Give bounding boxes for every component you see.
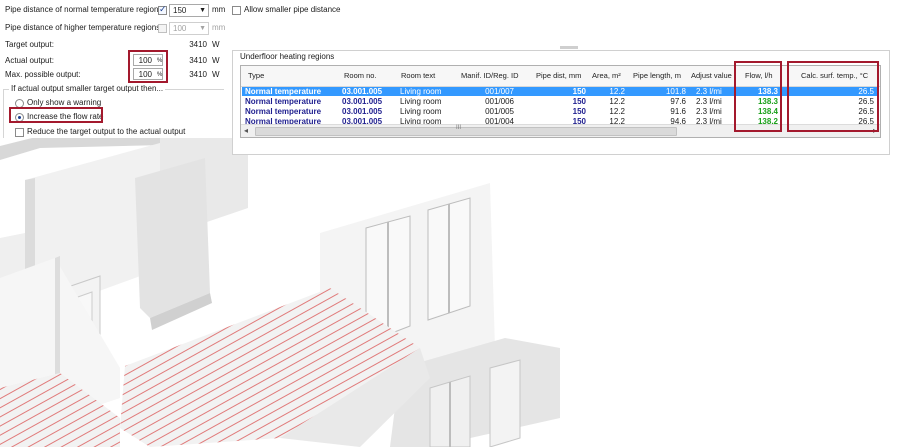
pipe-distance-normal-value: 150 xyxy=(173,6,187,15)
chevron-down-icon[interactable]: ▼ xyxy=(199,23,206,34)
pipe-distance-normal-checkbox[interactable] xyxy=(158,4,167,15)
increase-flow-highlight-box xyxy=(9,107,103,123)
target-output-unit: W xyxy=(212,40,220,49)
col-pipe-length[interactable]: Pipe length, m xyxy=(633,71,681,80)
pipe-distance-normal-select[interactable]: 150 ▼ xyxy=(169,4,209,17)
actual-output-label: Actual output: xyxy=(5,56,54,65)
chevron-down-icon[interactable]: ▼ xyxy=(199,5,206,16)
col-room-text[interactable]: Room text xyxy=(401,71,435,80)
table-header: Type Room no. Room text Manif. ID/Reg. I… xyxy=(241,66,880,87)
underfloor-table: Type Room no. Room text Manif. ID/Reg. I… xyxy=(240,65,881,138)
reduce-target-checkbox[interactable] xyxy=(15,128,24,137)
flow-column-highlight xyxy=(734,61,782,132)
table-row[interactable]: Normal temperature 03.001.005 Living roo… xyxy=(242,87,878,96)
col-pipe-dist[interactable]: Pipe dist, mm xyxy=(536,71,581,80)
pipe-distance-normal-label: Pipe distance of normal temperature regi… xyxy=(5,5,163,14)
col-manif[interactable]: Manif. ID/Reg. ID xyxy=(461,71,519,80)
output-options-group-label: If actual output smaller target output t… xyxy=(9,83,166,95)
max-output-label: Max. possible output: xyxy=(5,70,81,79)
pipe-distance-higher-checkbox[interactable] xyxy=(158,24,167,33)
allow-smaller-label: Allow smaller pipe distance xyxy=(244,5,341,14)
scrollbar-thumb[interactable]: III xyxy=(255,125,677,136)
underfloor-table-title: Underfloor heating regions xyxy=(238,51,337,63)
scrollbar-grip: III xyxy=(456,125,462,131)
splitter-handle[interactable] xyxy=(560,46,578,49)
max-output-value: 3410 xyxy=(170,69,209,81)
target-output-label: Target output: xyxy=(5,40,54,49)
pipe-distance-higher-label: Pipe distance of higher temperature regi… xyxy=(5,23,161,32)
col-adjust[interactable]: Adjust value xyxy=(691,71,732,80)
allow-smaller-checkbox[interactable] xyxy=(232,6,241,15)
target-output-value: 3410 xyxy=(170,39,209,51)
col-area[interactable]: Area, m² xyxy=(592,71,621,80)
pipe-distance-normal-unit: mm xyxy=(212,5,226,14)
pipe-distance-higher-unit: mm xyxy=(212,23,226,32)
room-3d-illustration xyxy=(0,138,900,447)
room-column xyxy=(135,158,210,318)
table-row[interactable]: Normal temperature 03.001.005 Living roo… xyxy=(242,97,878,106)
scroll-left-icon[interactable]: ◂ xyxy=(244,126,248,135)
col-type[interactable]: Type xyxy=(248,71,264,80)
pipe-distance-higher-select[interactable]: 100 ▼ xyxy=(169,22,209,35)
table-row[interactable]: Normal temperature 03.001.005 Living roo… xyxy=(242,107,878,116)
actual-output-value: 3410 xyxy=(170,55,209,67)
max-output-unit: W xyxy=(212,70,220,79)
actual-output-unit: W xyxy=(212,56,220,65)
output-highlight-box xyxy=(128,50,168,83)
pipe-distance-higher-value: 100 xyxy=(173,24,187,33)
temp-column-highlight xyxy=(787,61,879,132)
reduce-target-label: Reduce the target output to the actual o… xyxy=(27,127,186,136)
col-room-no[interactable]: Room no. xyxy=(344,71,377,80)
horizontal-scrollbar[interactable]: ◂ III ▸ xyxy=(241,124,880,137)
